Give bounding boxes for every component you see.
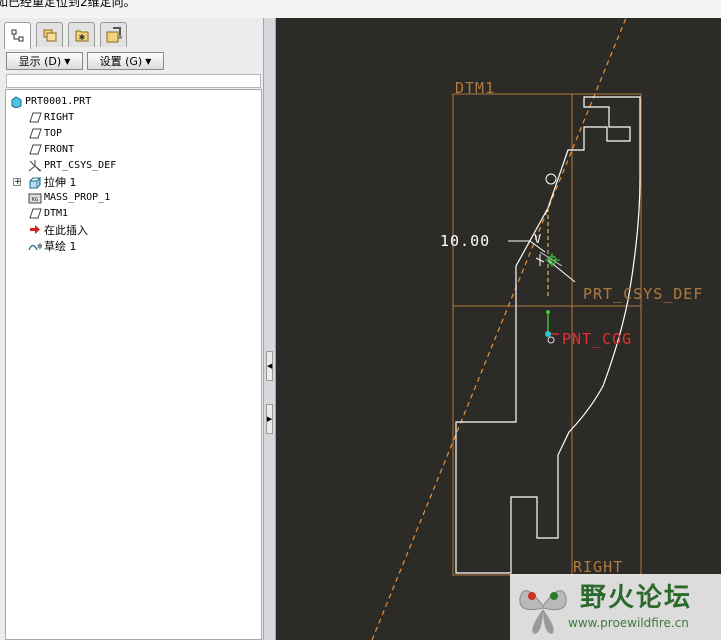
insert-here-arrow-icon [28,223,42,236]
tree-item-extrude[interactable]: 拉伸 1 [28,174,77,189]
pane-splitter[interactable]: ◀ ▶ [263,18,276,640]
tree-item-label: PRT0001.PRT [25,96,92,107]
tree-item-csys[interactable]: PRT_CSYS_DEF [28,158,116,173]
part-icon [9,95,23,108]
tree-item-label: RIGHT [44,112,75,123]
model-view: DTM1 10.00 V PRT_CSYS_DEF PNT_COG RIGHT [371,18,703,640]
tree-item-sketch[interactable]: ✱ 草绘 1 [28,238,77,253]
dimension-10[interactable]: 10.00 V [440,173,576,296]
tree-item-mass-prop[interactable]: KG MASS_PROP_1 [28,190,110,205]
navigator-pane: ✱ 显示 (D) ▼ 设置 (G) ▼ PRT0001.PRT RIGHT TO… [0,18,266,640]
folder-browser-icon [43,29,56,42]
settings-menu-button[interactable]: 设置 (G) ▼ [87,52,164,70]
model-tree-icon [11,29,23,42]
extrude-icon [28,175,42,188]
settings-menu-label: 设置 (G) [99,55,143,68]
sketch-icon: ✱ [28,239,42,252]
dropdown-arrow-icon: ▼ [145,56,152,66]
watermark-title: 野火论坛 [580,583,693,613]
message-text: 如已经重定位到2维定向。 [0,0,136,9]
collapse-left-icon[interactable]: ◀ [266,351,273,381]
expand-toggle[interactable]: + [13,178,22,187]
tree-item-label: FRONT [44,144,75,155]
tab-model-tree[interactable] [4,22,31,49]
datum-plane-icon [28,143,42,156]
tree-item-dtm1[interactable]: DTM1 [28,206,68,221]
show-menu-label: 显示 (D) [18,55,62,68]
tree-item-front[interactable]: FRONT [28,142,74,157]
expand-right-icon[interactable]: ▶ [266,404,273,434]
csys-label: PRT_CSYS_DEF [583,285,703,303]
tree-item-right[interactable]: RIGHT [28,110,74,125]
cog-point[interactable] [545,310,559,344]
tree-item-part[interactable]: PRT0001.PRT [9,94,91,109]
cog-label: PNT_COG [562,330,632,348]
favorites-icon: ✱ [75,30,88,42]
sketch-reference-line[interactable] [371,18,627,640]
svg-text:✱: ✱ [37,242,42,251]
tab-folder-browser[interactable] [36,22,63,47]
tree-item-label: 在此插入 [44,223,88,237]
tab-connections[interactable] [100,22,127,47]
dtm1-label: DTM1 [455,79,495,97]
connections-icon [106,27,122,43]
datum-plane-icon [28,207,42,220]
show-menu-button[interactable]: 显示 (D) ▼ [6,52,83,70]
coordinate-system-csys[interactable] [535,251,563,267]
tree-item-insert-here[interactable]: 在此插入 [28,222,88,237]
tree-item-label: DTM1 [44,208,69,219]
svg-text:KG: KG [32,197,38,203]
tree-item-label: PRT_CSYS_DEF [44,160,117,171]
butterfly-logo-icon [519,590,567,634]
tab-favorites[interactable]: ✱ [68,22,95,47]
tree-filter-field[interactable] [6,74,261,88]
watermark-url: www.proewildfire.cn [568,616,689,630]
message-area: 如已经重定位到2维定向。 [0,0,721,19]
datum-plane-icon [28,111,42,124]
model-tree: PRT0001.PRT RIGHT TOP FRONT PRT_CSYS_DEF [5,89,262,640]
tree-item-label: TOP [44,128,63,139]
tree-item-label: 拉伸 1 [44,175,77,189]
analysis-icon: KG [28,191,42,204]
coordinate-system-icon [28,159,42,172]
graphics-window[interactable]: DTM1 10.00 V PRT_CSYS_DEF PNT_COG RIGHT [276,18,721,640]
dropdown-arrow-icon: ▼ [64,56,71,66]
datum-plane-icon [28,127,42,140]
dimension-symbol: V [534,232,541,246]
tree-item-top[interactable]: TOP [28,126,62,141]
watermark: 野火论坛 www.proewildfire.cn [510,574,721,640]
svg-text:✱: ✱ [78,33,85,42]
tree-item-label: MASS_PROP_1 [44,192,111,203]
dimension-value: 10.00 [440,232,490,250]
tree-item-label: 草绘 1 [44,239,77,253]
